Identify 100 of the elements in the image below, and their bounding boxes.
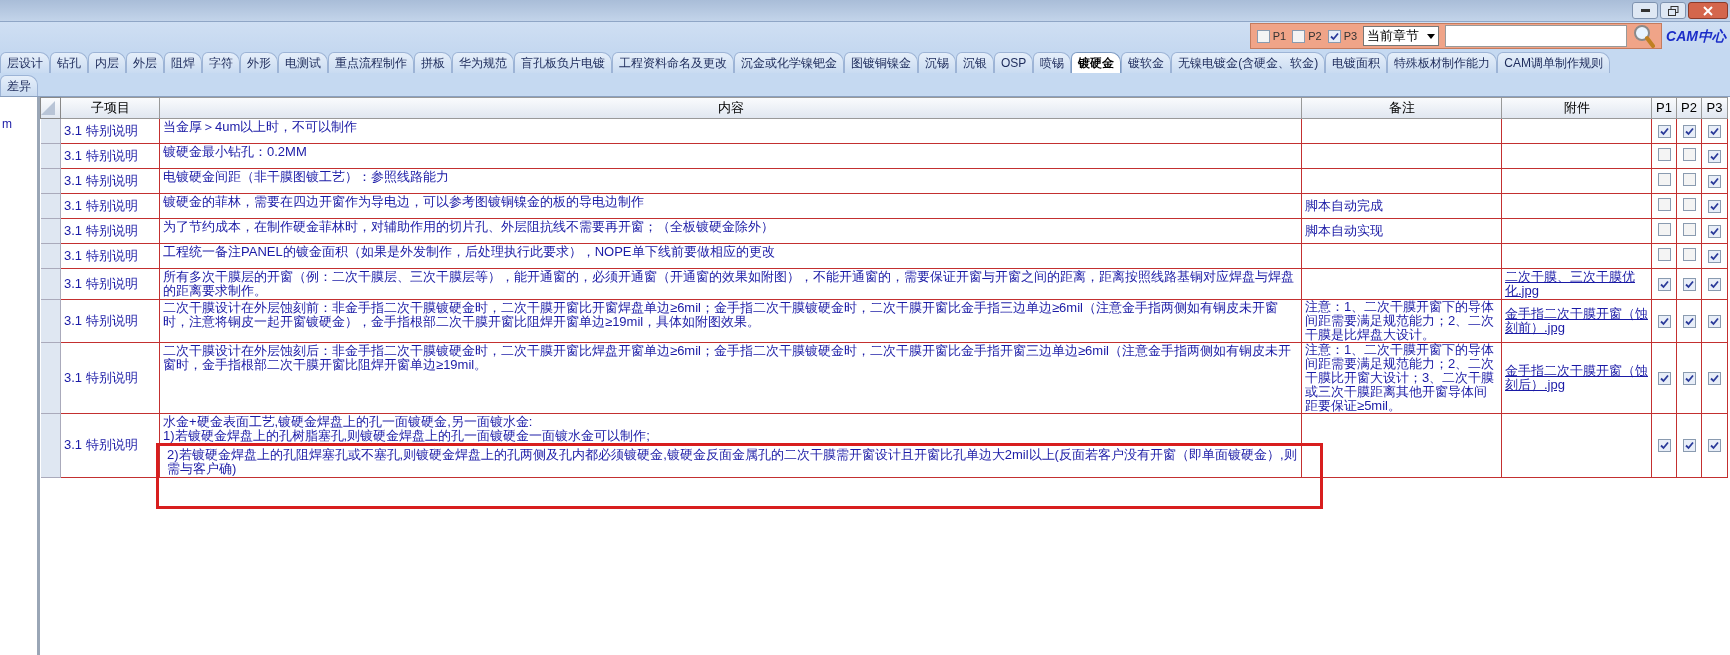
filter-label: P3 xyxy=(1343,28,1358,44)
tab[interactable]: 差异 xyxy=(0,75,38,96)
checkbox[interactable] xyxy=(1657,197,1671,211)
checkbox[interactable] xyxy=(1682,172,1696,186)
close-button[interactable] xyxy=(1688,2,1728,19)
tab[interactable]: 无镍电镀金(含硬金、软金) xyxy=(1171,52,1326,73)
tab[interactable]: 盲孔板负片电镀 xyxy=(514,52,612,73)
tab[interactable]: 镀软金 xyxy=(1121,52,1172,73)
checkbox[interactable] xyxy=(1708,174,1721,188)
tab[interactable]: CAM调单制作规则 xyxy=(1497,52,1610,73)
checkbox[interactable] xyxy=(1256,29,1270,43)
close-icon xyxy=(1703,5,1713,16)
search-field[interactable] xyxy=(1445,25,1628,47)
tab[interactable]: 拼板 xyxy=(414,52,452,73)
checkbox[interactable] xyxy=(1657,439,1671,452)
checkbox[interactable] xyxy=(1708,249,1721,263)
cell-text: 当金厚＞4um以上时，不可以制作 xyxy=(163,119,359,134)
tab[interactable]: 外形 xyxy=(240,52,278,73)
checkbox[interactable] xyxy=(1292,29,1306,43)
tab[interactable]: OSP xyxy=(994,52,1034,73)
minimize-button[interactable] xyxy=(1632,2,1658,19)
cell-text: 镀硬金的菲林，需要在四边开窗作为导电边，可以参考图镀铜镍金的板的导电边制作 xyxy=(163,194,645,209)
checkbox[interactable] xyxy=(1682,247,1696,261)
tab[interactable]: 华为规范 xyxy=(452,52,514,73)
checkbox[interactable] xyxy=(1682,439,1696,452)
checkbox[interactable] xyxy=(1657,172,1671,186)
tab[interactable]: 电测试 xyxy=(278,52,328,73)
note-text: 注意：1、二次干膜开窗下的导体间距需要满足规范能力；2、二次干膜比开窗大设计；3、二次干膜或三次干膜距离其他开窗导体间距要保证≥5mil。 xyxy=(1305,342,1496,413)
tab[interactable]: 字符 xyxy=(202,52,240,73)
cell-text: 电镀硬金间距（非干膜图镀工艺）：参照线路能力 xyxy=(163,169,450,184)
tab[interactable]: 喷锡 xyxy=(1033,52,1072,73)
tree-item[interactable]: m xyxy=(2,117,12,131)
checkbox[interactable] xyxy=(1657,314,1671,328)
restore-icon xyxy=(1667,5,1679,16)
checkbox[interactable] xyxy=(1682,197,1696,211)
tab[interactable]: 工程资料命名及更改 xyxy=(612,52,734,73)
checkbox[interactable] xyxy=(1657,124,1671,138)
corner-cell xyxy=(40,97,61,118)
tab[interactable]: 沉银 xyxy=(956,52,994,73)
tab[interactable]: 镀硬金 xyxy=(1071,52,1122,73)
cell-text: 二次干膜设计在外层蚀刻前：非金手指二次干膜镀硬金时，二次干膜开窗比开窗焊盘单边≥6mil；金手指二次干膜镀硬金时，二次干膜开窗比金手指三边单边≥6mil（注意金手指两侧如有铜皮未开窗时，注意将铜皮一起开窗镀硬金），金手指根部二次干膜开窗比阻焊开窗单边≥19mil，具体如附图效果。 xyxy=(163,300,1279,329)
cell-text: 水金+硬金表面工艺,镀硬金焊盘上的孔一面镀硬金,另一面镀水金: xyxy=(163,414,534,429)
note-text: 注意：1、二次干膜开窗下的导体间距需要满足规范能力；2、二次干膜是比焊盘大设计。 xyxy=(1305,299,1496,342)
checkbox[interactable] xyxy=(1682,222,1696,236)
checkbox[interactable] xyxy=(1657,277,1671,291)
checkbox[interactable] xyxy=(1657,371,1671,385)
cell-text: 二次干膜设计在外层蚀刻后：非金手指二次干膜镀硬金时，二次干膜开窗比焊盘开窗单边≥6mil；金手指二次干膜镀硬金时，二次干膜开窗比金手指开窗三边单边≥6mil（注意金手指两侧如有铜皮未开窗时，金手指根部二次干膜开窗比阻焊开窗单边≥19mil。 xyxy=(163,343,1292,372)
table-cell: 3.1 特别说明 xyxy=(60,413,160,477)
checkbox[interactable] xyxy=(1657,147,1671,161)
table-cell: 3.1 特别说明 xyxy=(60,143,160,168)
tab[interactable]: 重点流程制作 xyxy=(328,52,414,73)
tab[interactable]: 电镀面积 xyxy=(1325,52,1388,73)
checkbox[interactable] xyxy=(1708,439,1721,452)
table-cell: 3.1 特别说明 xyxy=(60,268,160,299)
note-text: 脚本自动完成 xyxy=(1305,198,1384,213)
checkbox[interactable] xyxy=(1708,371,1721,385)
checkbox[interactable] xyxy=(1708,149,1721,163)
table-cell: 3.1 特别说明 xyxy=(60,193,160,218)
table-cell: 3.1 特别说明 xyxy=(60,342,160,413)
column-header: 子项目 xyxy=(60,97,160,118)
checkbox[interactable] xyxy=(1682,147,1696,161)
tab[interactable]: 层设计 xyxy=(0,52,50,73)
tab[interactable]: 外层 xyxy=(126,52,164,73)
tab[interactable]: 特殊板材制作能力 xyxy=(1387,52,1498,73)
cell-text: 2)若镀硬金焊盘上的孔阻焊塞孔或不塞孔,则镀硬金焊盘上的孔两侧及孔内都必须镀硬金,镀硬金反面金属孔的二次干膜需开窗设计且开窗比孔单边大2mil以上(反面若客户没有开窗（即单面镀硬金）,则需与客户确) xyxy=(166,447,1298,476)
table-cell: 3.1 特别说明 xyxy=(60,218,160,243)
table-cell: 3.1 特别说明 xyxy=(60,299,160,342)
tab[interactable]: 图镀铜镍金 xyxy=(844,52,918,73)
tab[interactable]: 阻焊 xyxy=(164,52,202,73)
checkbox[interactable] xyxy=(1682,124,1696,138)
restore-button[interactable] xyxy=(1660,2,1686,19)
column-header: P1 xyxy=(1651,97,1677,118)
tab[interactable]: 钻孔 xyxy=(50,52,88,73)
cell-text: 工程统一备注PANEL的镀金面积（如果是外发制作，后处理执行此要求），NOPE单下线前要做相应的更改 xyxy=(163,244,776,259)
checkbox[interactable] xyxy=(1657,222,1671,236)
tab[interactable]: 沉金或化学镍钯金 xyxy=(734,52,844,73)
checkbox[interactable] xyxy=(1708,277,1721,291)
checkbox[interactable] xyxy=(1708,314,1721,328)
checkbox[interactable] xyxy=(1657,247,1671,261)
cell-text: 为了节约成本，在制作硬金菲林时，对辅助作用的切片孔、外层阻抗线不需要再开窗；（全板镀硬金除外） xyxy=(163,219,775,234)
search-icon[interactable] xyxy=(1633,24,1656,48)
checkbox[interactable] xyxy=(1708,124,1721,138)
column-header: P2 xyxy=(1676,97,1702,118)
tab[interactable]: 内层 xyxy=(88,52,126,73)
checkbox[interactable] xyxy=(1682,371,1696,385)
cell-text: 1)若镀硬金焊盘上的孔树脂塞孔,则镀硬金焊盘上的孔一面镀硬金一面镀水金可以制作; xyxy=(163,428,651,443)
column-header: 内容 xyxy=(159,97,1302,118)
cell-text: 镀硬金最小钻孔：0.2MM xyxy=(163,144,308,159)
filter-label: P1 xyxy=(1272,28,1287,44)
checkbox[interactable] xyxy=(1682,277,1696,291)
checkbox[interactable] xyxy=(1327,29,1341,43)
logo: CAM中心 xyxy=(1666,29,1726,43)
cell-text: 所有多次干膜层的开窗（例：二次干膜层、三次干膜层等），能开通窗的，必须开通窗（开通窗的效果如附图），不能开通窗的，需要保证开窗与开窗之间的距离，距离按照线路基铜对应焊盘与焊盘的距离要求制作。 xyxy=(163,269,1295,298)
filter-label: P2 xyxy=(1308,28,1322,44)
column-header: P3 xyxy=(1701,97,1728,118)
checkbox[interactable] xyxy=(1708,224,1721,238)
checkbox[interactable] xyxy=(1708,199,1721,213)
checkbox[interactable] xyxy=(1682,314,1696,328)
tab[interactable]: 沉锡 xyxy=(918,52,956,73)
chapter-select[interactable]: 当前章节 xyxy=(1363,26,1440,46)
